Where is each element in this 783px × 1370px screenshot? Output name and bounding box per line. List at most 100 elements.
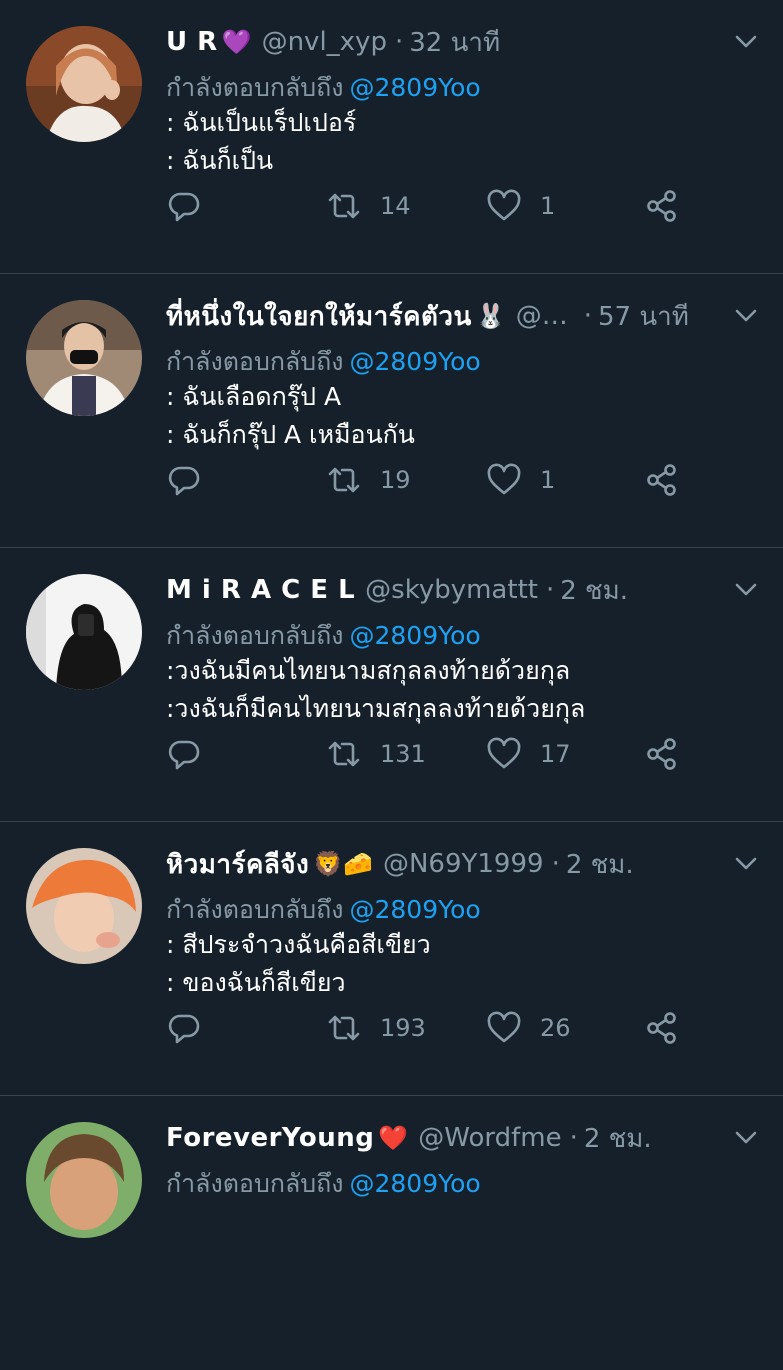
reply-button[interactable]	[166, 458, 202, 502]
like-count: 26	[540, 1014, 571, 1042]
share-icon	[647, 190, 676, 222]
reply-icon	[168, 466, 200, 496]
tweet-actions: 131 17	[166, 732, 726, 776]
reply-prefix: กำลังตอบกลับถึง	[166, 347, 344, 376]
retweet-button[interactable]: 193	[326, 1006, 426, 1050]
tweet-text-line: :วงฉันมีคนไทยนามสกุลลงท้ายด้วยกุล	[166, 656, 571, 685]
retweet-button[interactable]: 14	[326, 184, 411, 228]
name-emoji: ❤️	[378, 1124, 409, 1152]
share-icon	[647, 1012, 676, 1044]
retweet-button[interactable]: 131	[326, 732, 426, 776]
timestamp[interactable]: 2 ชม.	[566, 844, 634, 884]
like-button[interactable]: 26	[486, 1006, 571, 1050]
tweet-text: : ฉันเป็นแร็ปเปอร์ : ฉันก็เป็น	[166, 104, 783, 180]
retweet-count: 131	[380, 740, 426, 768]
timestamp[interactable]: 2 ชม.	[584, 1118, 652, 1158]
display-name[interactable]: ที่หนึ่งในใจยกให้มาร์คตัวน	[166, 296, 472, 336]
handle[interactable]: @Wordfme	[418, 1123, 561, 1153]
tweet[interactable]: หิวมาร์คลีจัง 🦁🧀 @N69Y1999 · 2 ชม. กำลัง…	[0, 822, 783, 1096]
chevron-down-icon[interactable]	[733, 302, 759, 328]
like-icon	[487, 463, 521, 495]
retweet-count: 14	[380, 192, 411, 220]
reply-mention-link[interactable]: @2809Yoo	[350, 895, 481, 924]
separator-dot: ·	[545, 575, 555, 605]
like-button[interactable]: 1	[486, 184, 555, 228]
tweet[interactable]: ที่หนึ่งในใจยกให้มาร์คตัวน 🐰 @S... · 57 …	[0, 274, 783, 548]
display-name[interactable]: M i R A C E L	[166, 575, 355, 605]
handle[interactable]: @N69Y1999	[383, 849, 544, 879]
share-icon	[647, 464, 676, 496]
tweet-text: : ฉันเลือดกรุ๊ป A : ฉันก็กรุ๊ป A เหมือนก…	[166, 378, 783, 454]
tweet-actions: 193 26	[166, 1006, 726, 1050]
chevron-down-icon[interactable]	[733, 576, 759, 602]
reply-prefix: กำลังตอบกลับถึง	[166, 73, 344, 102]
separator-dot: ·	[569, 1123, 578, 1153]
avatar[interactable]	[26, 848, 142, 964]
separator-dot: ·	[583, 301, 592, 331]
chevron-down-icon[interactable]	[733, 850, 759, 876]
tweet-actions: 14 1	[166, 184, 726, 228]
retweet-count: 193	[380, 1014, 426, 1042]
reply-button[interactable]	[166, 184, 202, 228]
reply-icon	[168, 740, 200, 770]
reply-mention-link[interactable]: @2809Yoo	[350, 347, 481, 376]
share-button[interactable]	[644, 184, 680, 228]
reply-mention-link[interactable]: @2809Yoo	[350, 621, 481, 650]
handle[interactable]: @S...	[516, 301, 576, 331]
share-button[interactable]	[644, 458, 680, 502]
retweet-icon	[328, 1015, 360, 1041]
chevron-down-icon[interactable]	[733, 1124, 759, 1150]
tweet-header: ที่หนึ่งในใจยกให้มาร์คตัวน 🐰 @S... · 57 …	[166, 296, 711, 336]
avatar[interactable]	[26, 574, 142, 690]
replying-to: กำลังตอบกลับถึง @2809Yoo	[166, 342, 783, 378]
retweet-icon	[328, 741, 360, 767]
display-name[interactable]: ForeverYoung	[166, 1123, 374, 1153]
tweet[interactable]: U R 💜 @nvl_xyp · 32 นาที กำลังตอบกลับถึง…	[0, 0, 783, 274]
share-button[interactable]	[644, 1006, 680, 1050]
replying-to: กำลังตอบกลับถึง @2809Yoo	[166, 1164, 783, 1200]
tweet-text-line: :วงฉันก็มีคนไทยนามสกุลลงท้ายด้วยกุล	[166, 694, 586, 723]
avatar[interactable]	[26, 1122, 142, 1238]
reply-mention-link[interactable]: @2809Yoo	[350, 1169, 481, 1198]
tweet-text-line: : สีประจำวงฉันคือสีเขียว	[166, 930, 431, 959]
handle[interactable]: @skybymattt	[365, 575, 538, 605]
reply-prefix: กำลังตอบกลับถึง	[166, 1169, 344, 1198]
display-name[interactable]: U R	[166, 27, 218, 57]
like-button[interactable]: 17	[486, 732, 571, 776]
like-icon	[487, 189, 521, 221]
share-button[interactable]	[644, 732, 680, 776]
chevron-down-icon[interactable]	[733, 28, 759, 54]
tweet-text-line: : ของฉันก็สีเขียว	[166, 968, 346, 997]
share-icon	[647, 738, 676, 770]
avatar[interactable]	[26, 300, 142, 416]
tweet[interactable]: M i R A C E L @skybymattt · 2 ชม. กำลังต…	[0, 548, 783, 822]
tweet-text: : สีประจำวงฉันคือสีเขียว : ของฉันก็สีเขี…	[166, 926, 783, 1002]
display-name[interactable]: หิวมาร์คลีจัง	[166, 844, 309, 884]
retweet-icon	[328, 467, 360, 493]
reply-button[interactable]	[166, 732, 202, 776]
name-emoji: 🦁🧀	[313, 850, 373, 878]
retweet-count: 19	[380, 466, 411, 494]
replying-to: กำลังตอบกลับถึง @2809Yoo	[166, 890, 783, 926]
handle[interactable]: @nvl_xyp	[262, 27, 387, 57]
timestamp[interactable]: 32 นาที	[409, 22, 500, 62]
timestamp[interactable]: 57 นาที	[598, 296, 689, 336]
like-button[interactable]: 1	[486, 458, 555, 502]
retweet-icon	[328, 193, 360, 219]
replying-to: กำลังตอบกลับถึง @2809Yoo	[166, 68, 783, 104]
like-count: 1	[540, 466, 556, 494]
tweet-actions: 19 1	[166, 458, 726, 502]
name-emoji: 🐰	[475, 302, 506, 330]
tweet-text-line: : ฉันเลือดกรุ๊ป A	[166, 382, 342, 411]
reply-button[interactable]	[166, 1006, 202, 1050]
timeline: U R 💜 @nvl_xyp · 32 นาที กำลังตอบกลับถึง…	[0, 0, 783, 1370]
reply-prefix: กำลังตอบกลับถึง	[166, 895, 344, 924]
retweet-button[interactable]: 19	[326, 458, 411, 502]
like-count: 17	[540, 740, 571, 768]
timestamp[interactable]: 2 ชม.	[560, 570, 628, 610]
reply-mention-link[interactable]: @2809Yoo	[350, 73, 481, 102]
like-icon	[487, 1011, 521, 1043]
tweet[interactable]: ForeverYoung ❤️ @Wordfme · 2 ชม. กำลังตอ…	[0, 1096, 783, 1370]
avatar[interactable]	[26, 26, 142, 142]
like-count: 1	[540, 192, 556, 220]
